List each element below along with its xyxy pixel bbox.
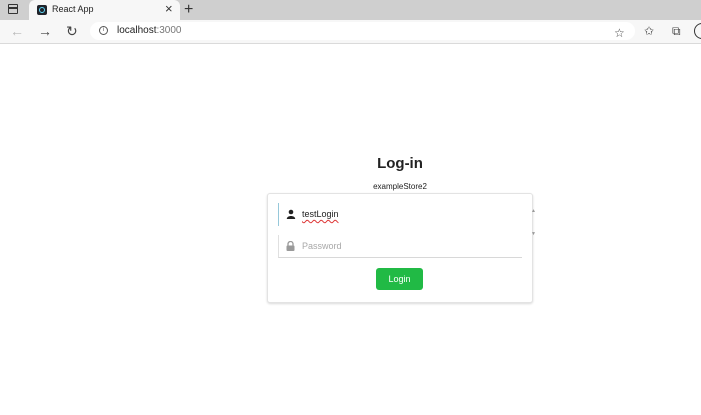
address-bar: ← → ↻ i localhost:3000 ☆ ✩ ⧉ [0,20,701,44]
page-title: Log-in [377,155,423,172]
url-port: :3000 [156,25,182,36]
close-icon[interactable]: × [165,2,173,16]
user-icon [286,209,296,222]
url-host: localhost [117,25,157,36]
username-field[interactable]: testLogin ▲ ▼ [278,203,536,237]
password-field[interactable]: Password [278,235,522,258]
back-icon[interactable]: ← [10,22,24,40]
new-tab-icon[interactable]: + [184,0,193,20]
scroll-down-icon: ▼ [531,231,536,237]
forward-icon[interactable]: → [38,22,52,40]
login-form: testLogin ▲ ▼ Password Login [267,193,536,303]
profile-avatar[interactable] [694,23,701,39]
tab-strip: React App × + [0,0,701,20]
scroll-up-icon: ▲ [531,208,536,214]
tab-title: React App [52,4,94,14]
login-button[interactable]: Login [376,268,423,290]
react-logo-icon [37,5,47,15]
browser-tab[interactable]: React App × [29,0,180,20]
tab-actions-icon[interactable] [8,4,18,14]
info-icon[interactable]: i [99,26,108,35]
add-favorite-icon[interactable]: ☆ [614,26,625,40]
lock-icon [286,240,295,254]
favorites-icon[interactable]: ✩ [644,24,654,38]
username-value: testLogin [302,209,339,219]
store-name: exampleStore2 [373,182,427,191]
collections-icon[interactable]: ⧉ [672,24,681,38]
reload-icon[interactable]: ↻ [66,22,78,40]
url-field[interactable]: i localhost:3000 ☆ [90,22,635,40]
url-text: localhost:3000 [117,25,182,36]
password-placeholder: Password [302,241,342,251]
